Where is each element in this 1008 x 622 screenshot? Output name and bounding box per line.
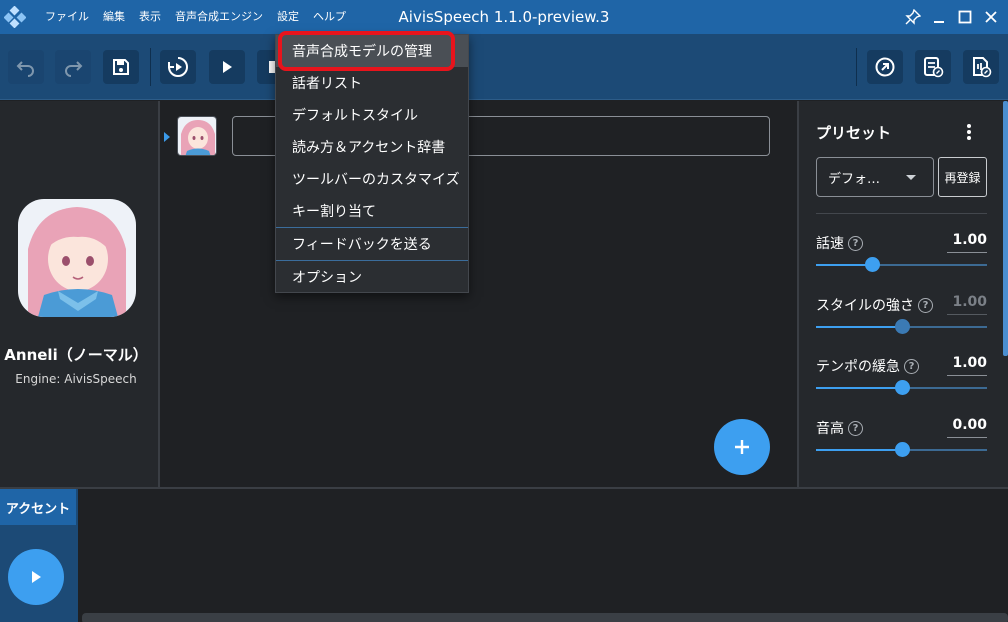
character-panel: Anneli（ノーマル） Engine: AivisSpeech <box>0 101 160 487</box>
param-value[interactable]: 1.00 <box>947 355 987 376</box>
menu-item-model-management[interactable]: 音声合成モデルの管理 <box>276 35 468 67</box>
menu-engine[interactable]: 音声合成エンジン <box>168 0 270 34</box>
param-value[interactable]: 0.00 <box>947 417 987 438</box>
character-name: Anneli（ノーマル） <box>4 346 148 364</box>
minimize-icon[interactable] <box>928 6 950 28</box>
maximize-icon[interactable] <box>954 6 976 28</box>
param-label-text: スタイルの強さ <box>816 298 914 314</box>
menu-settings[interactable]: 設定 <box>270 0 306 34</box>
slider-thumb <box>894 319 910 334</box>
toolbar-separator <box>150 48 151 86</box>
play-cell-button[interactable] <box>8 549 64 605</box>
param-speed: 話速 ? 1.00 <box>816 232 987 293</box>
menu-file[interactable]: ファイル <box>38 0 96 34</box>
help-icon[interactable]: ? <box>848 420 863 436</box>
menu-item-dictionary[interactable]: 読み方＆アクセント辞書 <box>276 131 468 163</box>
menu-help[interactable]: ヘルプ <box>306 0 353 34</box>
help-icon[interactable]: ? <box>904 358 919 374</box>
close-icon[interactable] <box>980 6 1002 28</box>
preset-scrollbar[interactable] <box>1003 101 1008 356</box>
param-label-text: 音高 <box>816 421 844 437</box>
save-button[interactable] <box>103 50 139 84</box>
undo-button[interactable] <box>8 50 44 84</box>
menu-item-options[interactable]: オプション <box>276 261 468 293</box>
param-intonation: テンポの緩急 ? 1.00 <box>816 355 987 416</box>
preset-select[interactable]: デフォ… <box>816 157 934 197</box>
add-cell-button[interactable] <box>714 419 770 475</box>
param-value: 1.00 <box>947 294 987 315</box>
param-label-text: 話速 <box>816 236 844 252</box>
redo-icon <box>65 61 83 77</box>
tab-accent[interactable]: アクセント <box>0 489 76 525</box>
bottom-pane: アクセント <box>0 487 1008 622</box>
menu-item-customize-toolbar[interactable]: ツールバーのカスタマイズ <box>276 163 468 195</box>
divider <box>816 213 987 214</box>
pin-icon[interactable] <box>902 6 924 28</box>
menu-item-speaker-list[interactable]: 話者リスト <box>276 67 468 99</box>
slider-fill <box>816 449 902 451</box>
preset-select-value: デフォ… <box>828 171 881 187</box>
slider-fill <box>816 387 902 389</box>
undo-icon <box>16 61 34 77</box>
active-row-marker <box>164 132 170 142</box>
help-icon[interactable]: ? <box>848 235 863 251</box>
preset-panel: プリセット デフォ… 再登録 話速 ? 1.00 スタイルの強さ ? 1.00 … <box>797 101 1008 487</box>
param-label: スタイルの強さ ? <box>816 295 933 315</box>
audio-cell-list <box>162 101 786 487</box>
app-window: ファイル 編集 表示 音声合成エンジン 設定 ヘルプ AivisSpeech 1… <box>0 0 1008 622</box>
menu-item-default-style[interactable]: デフォルトスタイル <box>276 99 468 131</box>
play-icon <box>223 61 232 73</box>
app-logo-icon <box>2 4 28 30</box>
character-engine: Engine: AivisSpeech <box>15 372 137 386</box>
slider-fill <box>816 326 902 328</box>
export-audio-button[interactable] <box>963 50 999 84</box>
slider <box>816 319 987 334</box>
param-value[interactable]: 1.00 <box>947 232 987 253</box>
horizontal-scrollbar[interactable] <box>82 613 1008 622</box>
slider-fill <box>816 264 873 266</box>
redo-button[interactable] <box>55 50 91 84</box>
menu-item-hotkeys[interactable]: キー割り当て <box>276 195 468 227</box>
param-label: 話速 ? <box>816 233 863 253</box>
settings-menu: 音声合成モデルの管理 話者リスト デフォルトスタイル 読み方＆アクセント辞書 ツ… <box>275 34 469 293</box>
reregister-button[interactable]: 再登録 <box>938 157 987 197</box>
slider-thumb[interactable] <box>894 442 910 457</box>
param-pitch: 音高 ? 0.00 <box>816 417 987 478</box>
bottom-sidebar: アクセント <box>0 489 78 622</box>
save-icon <box>113 59 129 75</box>
title-bar: ファイル 編集 表示 音声合成エンジン 設定 ヘルプ AivisSpeech 1… <box>0 0 1008 34</box>
slider[interactable] <box>816 442 987 457</box>
menu-view[interactable]: 表示 <box>132 0 168 34</box>
slider[interactable] <box>816 380 987 395</box>
export-text-icon <box>924 57 944 78</box>
help-icon[interactable]: ? <box>918 297 933 313</box>
slider-thumb[interactable] <box>865 257 881 272</box>
slider[interactable] <box>816 257 987 272</box>
param-label: 音高 ? <box>816 418 863 438</box>
play-button[interactable] <box>209 50 245 84</box>
export-text-button[interactable] <box>915 50 951 84</box>
character-portrait <box>18 199 136 317</box>
cell-character-icon[interactable] <box>177 116 217 156</box>
menu-item-feedback[interactable]: フィードバックを送る <box>276 228 468 260</box>
preset-title: プリセット <box>816 124 892 142</box>
export-button[interactable] <box>867 50 903 84</box>
param-label-text: テンポの緩急 <box>816 359 900 375</box>
window-controls <box>902 0 1002 34</box>
preset-menu-button[interactable] <box>959 121 979 143</box>
more-vertical-icon <box>967 124 971 140</box>
slider-thumb[interactable] <box>894 380 910 395</box>
export-icon <box>875 57 895 77</box>
play-all-button[interactable] <box>160 50 196 84</box>
chevron-down-icon <box>906 175 916 180</box>
export-audio-icon <box>973 57 992 78</box>
param-label: テンポの緩急 ? <box>816 356 919 376</box>
toolbar-separator <box>856 48 857 86</box>
play-icon <box>32 571 41 583</box>
plus-icon <box>735 440 749 454</box>
menu-edit[interactable]: 編集 <box>96 0 132 34</box>
play-all-icon <box>168 57 188 77</box>
toolbar <box>0 34 1008 100</box>
param-style-strength: スタイルの強さ ? 1.00 <box>816 294 987 355</box>
